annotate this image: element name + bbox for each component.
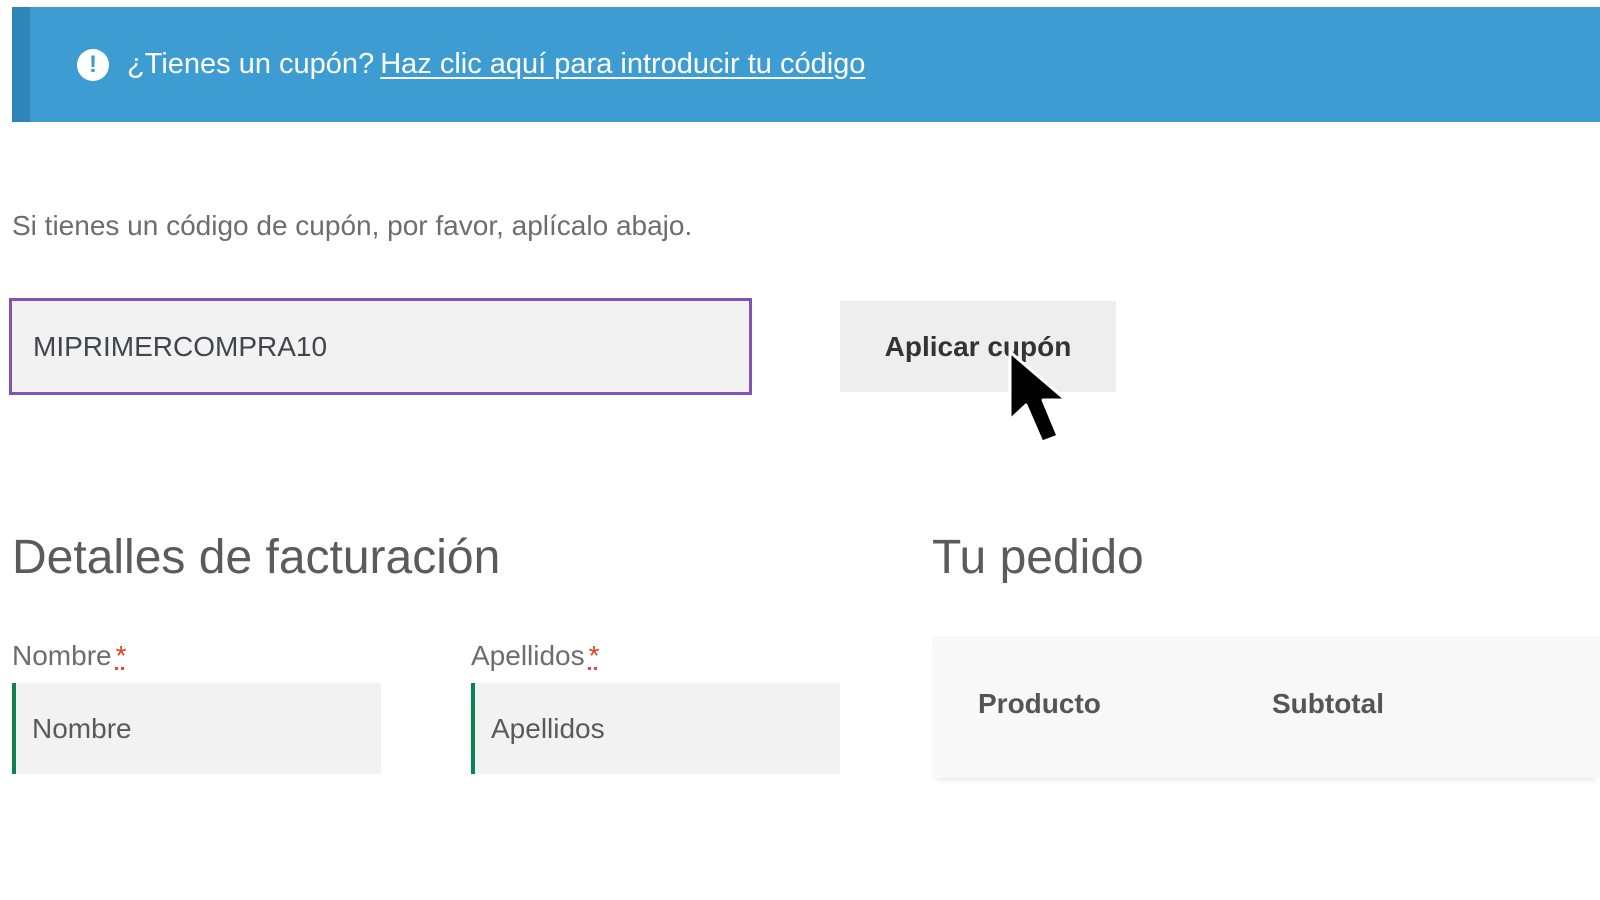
last-name-label-text: Apellidos <box>471 640 585 671</box>
first-name-input[interactable] <box>12 683 381 774</box>
required-asterisk: * <box>115 640 127 671</box>
coupon-notice-text: ¿Tienes un cupón? <box>127 48 375 80</box>
last-name-label: Apellidos * <box>471 640 600 672</box>
first-name-label-text: Nombre <box>12 640 112 671</box>
coupon-notice-banner: ! ¿Tienes un cupón? Haz clic aquí para i… <box>12 7 1600 122</box>
order-review-heading: Tu pedido <box>932 531 1144 584</box>
subtotal-column-header: Subtotal <box>1272 688 1384 719</box>
checkout-page: ! ¿Tienes un cupón? Haz clic aquí para i… <box>0 0 1600 900</box>
coupon-help-text: Si tienes un código de cupón, por favor,… <box>12 210 693 241</box>
required-asterisk: * <box>588 640 600 671</box>
order-review-table: Producto Subtotal <box>932 636 1600 778</box>
first-name-label: Nombre * <box>12 640 127 672</box>
show-coupon-link[interactable]: Haz clic aquí para introducir tu código <box>380 48 865 81</box>
product-column-header: Producto <box>978 688 1101 719</box>
apply-coupon-button[interactable]: Aplicar cupón <box>840 301 1116 392</box>
coupon-code-input[interactable] <box>9 298 752 395</box>
billing-details-heading: Detalles de facturación <box>12 531 501 584</box>
last-name-input[interactable] <box>471 683 840 774</box>
exclamation-circle-icon: ! <box>77 48 109 81</box>
